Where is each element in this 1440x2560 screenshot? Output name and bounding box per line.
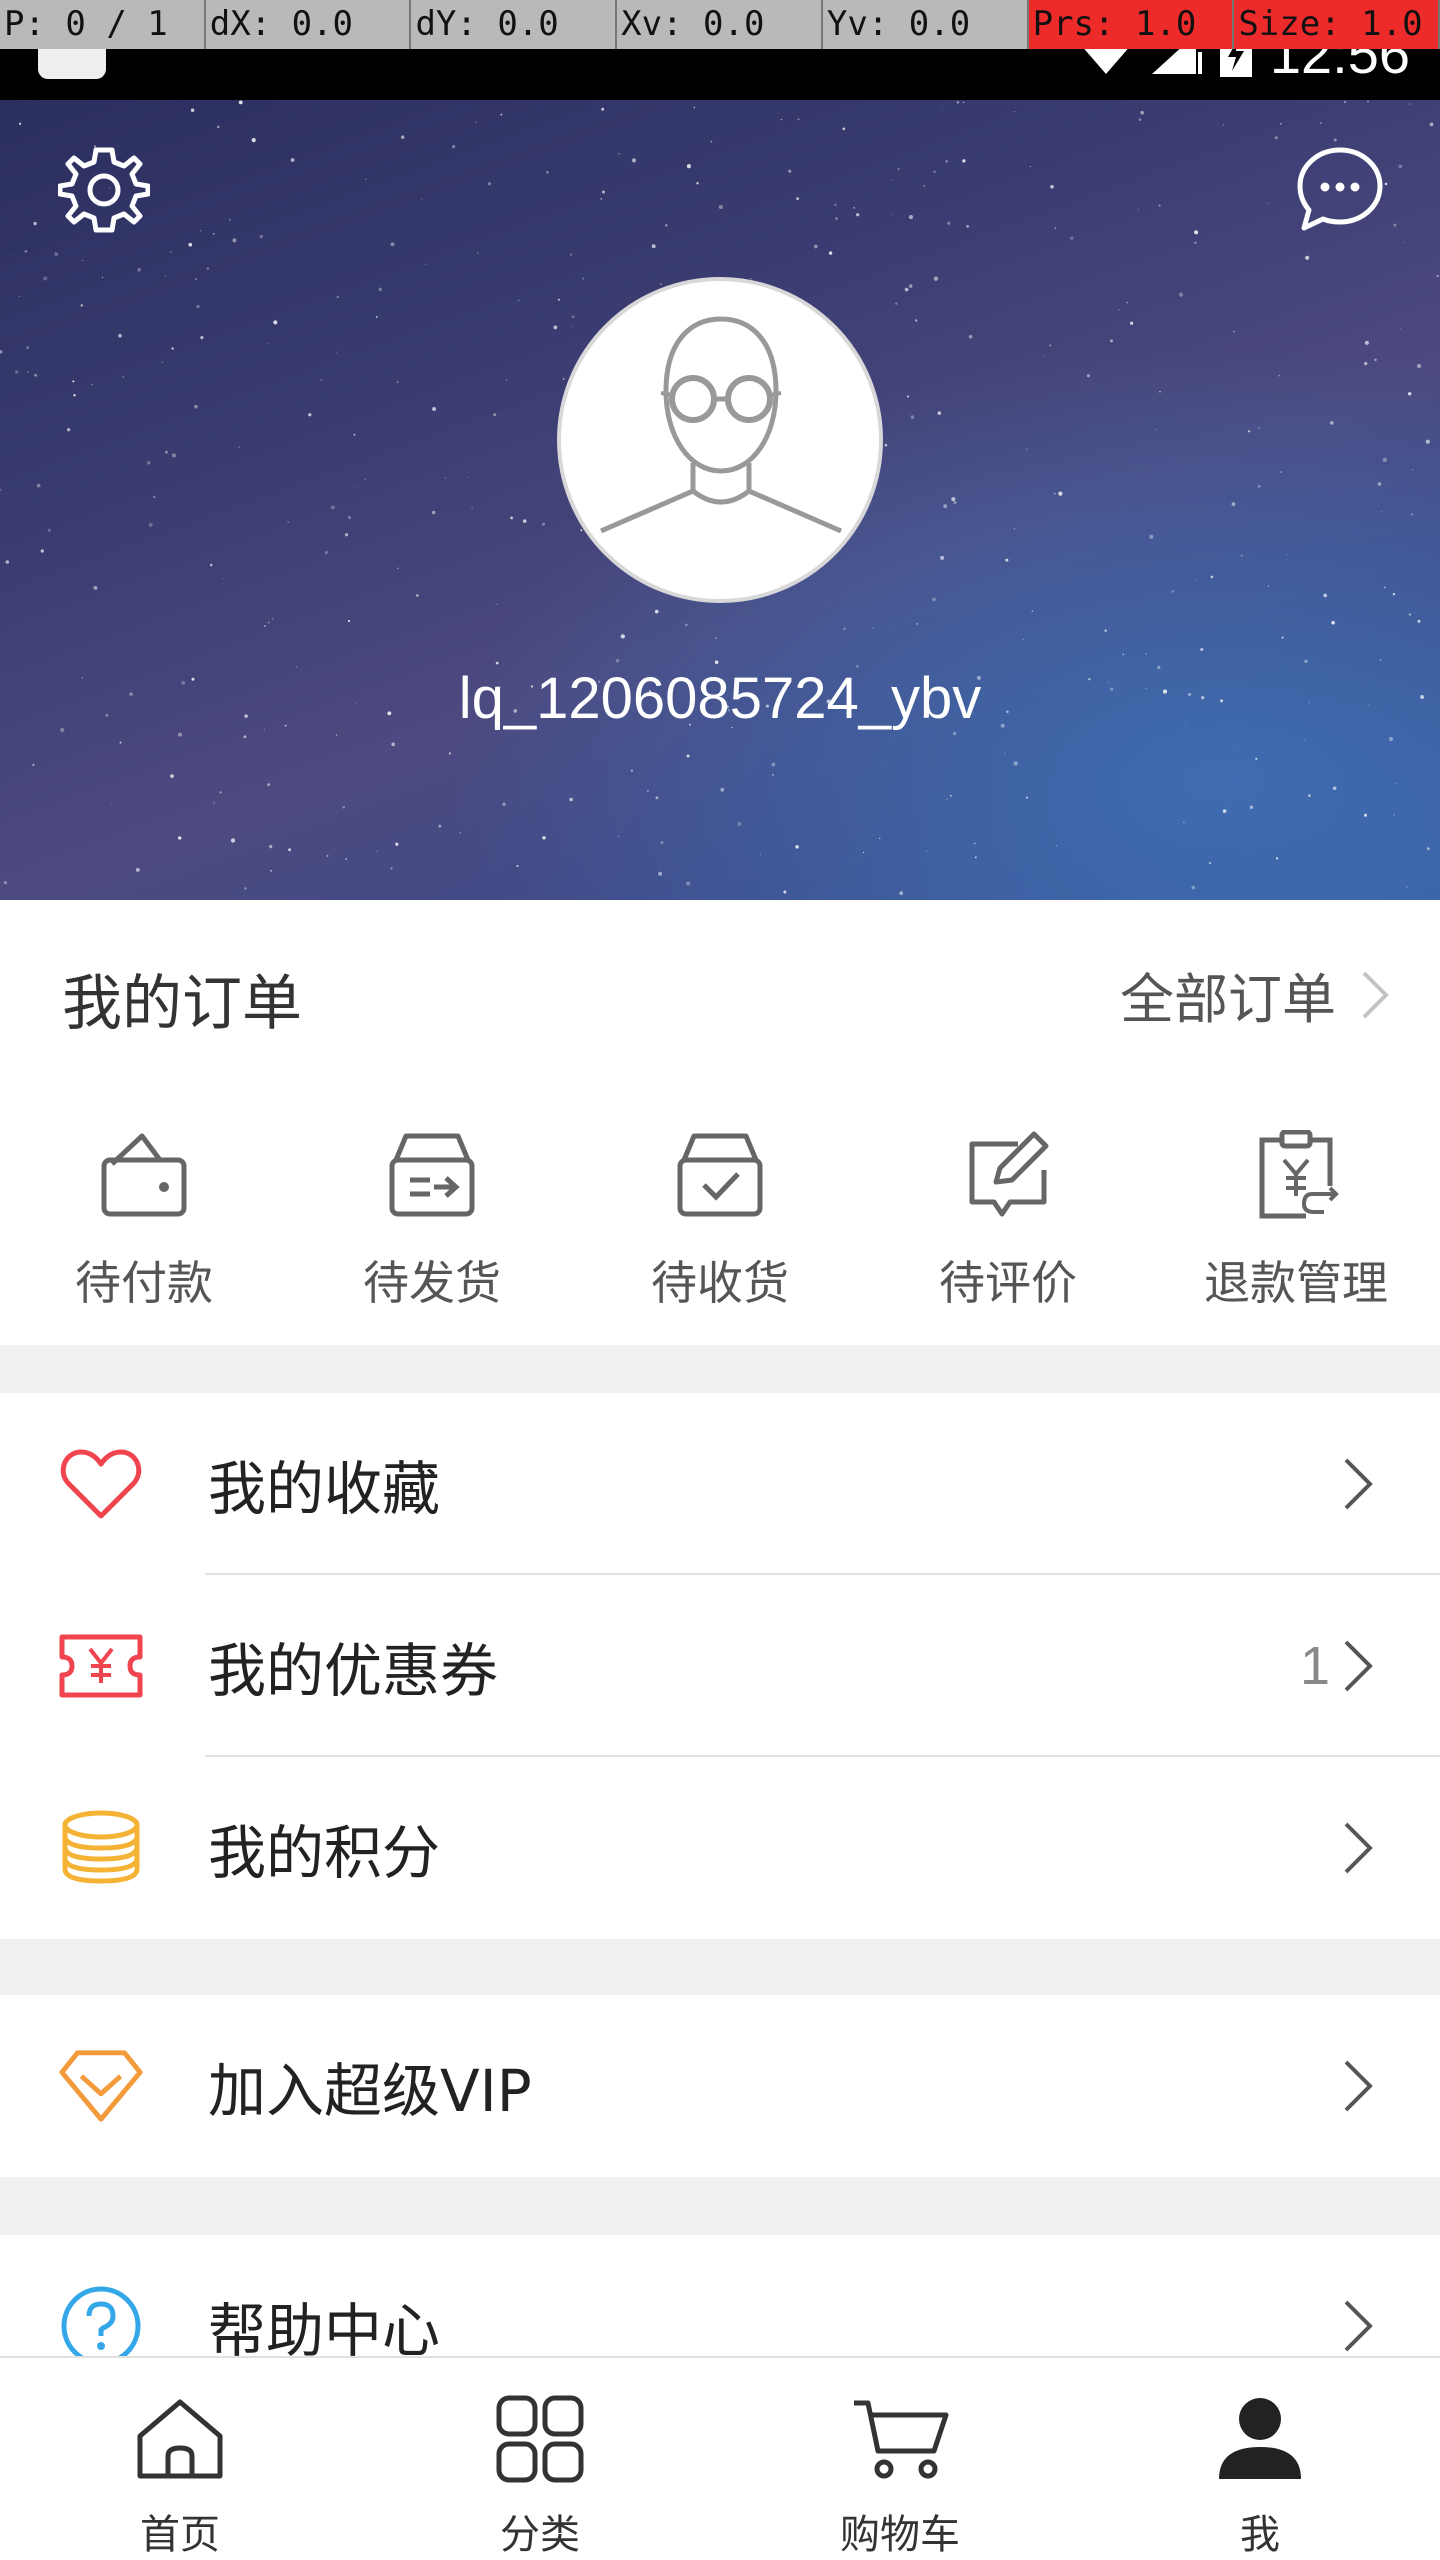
nav-me[interactable]: 我 <box>1080 2358 1440 2560</box>
order-pending-shipment[interactable]: 待发货 <box>288 1125 576 1313</box>
menu-label: 我的积分 <box>208 1819 441 1887</box>
section-gap <box>0 1345 1440 1393</box>
profile-header: lq_1206085724_ybv <box>0 100 1440 900</box>
nav-label: 首页 <box>140 2512 220 2558</box>
menu-label: 我的优惠券 <box>208 1637 499 1705</box>
order-label: 待发货 <box>363 1256 501 1310</box>
order-label: 待评价 <box>939 1256 1077 1310</box>
order-pending-review[interactable]: 待评价 <box>864 1125 1152 1313</box>
order-status-row: 待付款 待发货 待收货 待评价 退款管理 <box>0 1125 1440 1313</box>
chevron-right-icon <box>1362 971 1389 1018</box>
refund-clipboard-icon <box>1259 1130 1339 1219</box>
status-bar: 12:56 <box>0 17 1440 100</box>
chat-bubble-icon <box>1297 147 1383 231</box>
chevron-right-icon <box>1344 1822 1373 1874</box>
order-pending-receipt[interactable]: 待收货 <box>576 1125 864 1313</box>
all-orders-link[interactable]: 全部订单 <box>1120 955 1390 1034</box>
person-icon <box>1219 2398 1301 2479</box>
order-label: 退款管理 <box>1204 1256 1388 1310</box>
heart-icon <box>60 1449 142 1519</box>
menu-item-points[interactable]: 我的积分 <box>0 1757 1440 1939</box>
wallet-icon <box>101 1133 187 1217</box>
all-orders-label: 全部订单 <box>1120 968 1336 1031</box>
avatar[interactable] <box>557 277 883 603</box>
menu-group-vip: 加入超级VIP <box>0 1995 1440 2177</box>
nav-home[interactable]: 首页 <box>0 2358 360 2560</box>
debug-yv: Yv: 0.0 <box>823 0 1029 49</box>
box-ship-icon <box>389 1133 475 1217</box>
grid-icon <box>496 2395 584 2483</box>
nav-label: 购物车 <box>840 2512 960 2558</box>
chevron-right-icon <box>1344 1458 1373 1510</box>
debug-pointer: P: 0 / 1 <box>0 0 206 49</box>
menu-group-account: 我的收藏 我的优惠券 1 我的积分 <box>0 1393 1440 1939</box>
debug-xv: Xv: 0.0 <box>617 0 823 49</box>
nav-category[interactable]: 分类 <box>360 2358 720 2560</box>
menu-label: 加入超级VIP <box>208 2057 532 2125</box>
chevron-right-icon <box>1344 2300 1373 2352</box>
shopping-cart-icon <box>854 2400 949 2479</box>
my-orders-section: 我的订单 全部订单 待付款 待发货 待收货 待评价 退款管理 <box>0 900 1440 1345</box>
debug-dy: dY: 0.0 <box>411 0 618 49</box>
coins-icon <box>62 1810 140 1884</box>
pointer-debug-overlay: P: 0 / 1 dX: 0.0 dY: 0.0 Xv: 0.0 Yv: 0.0… <box>0 0 1440 49</box>
nav-label: 我 <box>1240 2512 1280 2558</box>
message-button[interactable] <box>1290 140 1390 240</box>
order-label: 待付款 <box>75 1256 213 1310</box>
menu-item-coupons[interactable]: 我的优惠券 1 <box>0 1575 1440 1757</box>
nav-label: 分类 <box>500 2512 580 2558</box>
debug-size: Size: 1.0 <box>1234 0 1440 49</box>
gear-icon <box>58 147 150 233</box>
chevron-right-icon <box>1344 2060 1373 2112</box>
section-gap <box>0 1939 1440 1995</box>
settings-button[interactable] <box>54 140 154 240</box>
order-label: 待收货 <box>651 1256 789 1310</box>
coupon-count: 1 <box>1299 1636 1330 1696</box>
username: lq_1206085724_ybv <box>458 666 982 731</box>
home-icon <box>137 2399 223 2479</box>
debug-dx: dX: 0.0 <box>206 0 412 49</box>
order-refund-management[interactable]: 退款管理 <box>1152 1125 1440 1313</box>
nav-cart[interactable]: 购物车 <box>720 2358 1080 2560</box>
edit-review-icon <box>969 1131 1049 1217</box>
diamond-icon <box>59 2050 143 2122</box>
coupon-icon <box>59 1634 143 1698</box>
section-gap <box>0 2177 1440 2235</box>
menu-item-favorites[interactable]: 我的收藏 <box>0 1393 1440 1575</box>
orders-title: 我的订单 <box>62 969 302 1039</box>
order-pending-payment[interactable]: 待付款 <box>0 1125 288 1313</box>
menu-item-vip[interactable]: 加入超级VIP <box>0 1995 1440 2177</box>
menu-label: 我的收藏 <box>208 1455 441 1523</box>
box-check-icon <box>677 1133 763 1217</box>
chevron-right-icon <box>1344 1640 1373 1692</box>
debug-pressure: Prs: 1.0 <box>1028 0 1235 49</box>
default-avatar-icon <box>600 316 842 534</box>
bottom-navigation: 首页 分类 购物车 我 <box>0 2356 1440 2560</box>
orders-header: 我的订单 全部订单 <box>0 900 1440 1080</box>
